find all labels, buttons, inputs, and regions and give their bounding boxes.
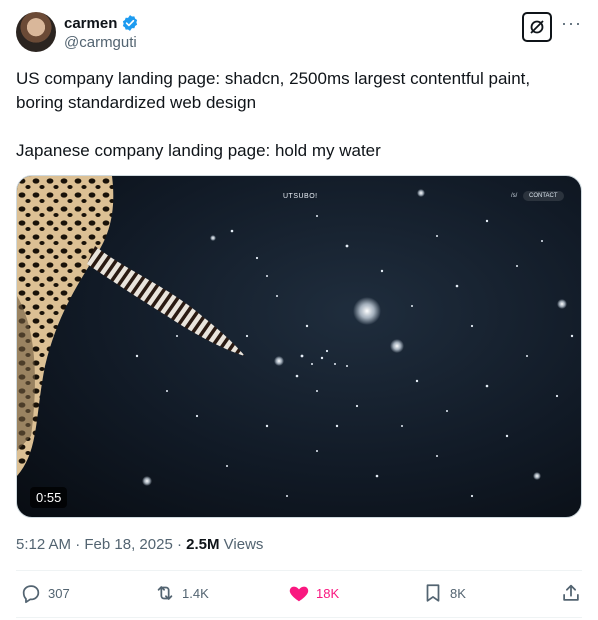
display-name[interactable]: carmen — [64, 15, 117, 32]
repost-icon — [157, 586, 173, 600]
video-frame — [17, 176, 574, 498]
reply-button[interactable]: 307 — [20, 582, 70, 604]
tweet-meta: 5:12 AM · Feb 18, 2025 · 2.5M Views — [16, 536, 263, 553]
video-site-contact: CONTACT — [523, 191, 564, 201]
share-button[interactable] — [560, 582, 582, 604]
repost-button[interactable]: 1.4K — [154, 582, 209, 604]
grok-icon — [530, 20, 544, 34]
author-name-row: carmen — [64, 14, 139, 32]
tweet-text: US company landing page: shadcn, 2500ms … — [16, 67, 576, 163]
tweet-time[interactable]: 5:12 AM — [16, 536, 71, 553]
bookmark-count: 8K — [450, 585, 466, 601]
video-duration: 0:55 — [30, 487, 68, 508]
divider — [16, 617, 582, 618]
like-count: 18K — [316, 585, 340, 601]
like-button[interactable]: 18K — [288, 582, 339, 604]
more-options-icon[interactable]: ··· — [561, 14, 582, 32]
author-handle[interactable]: @carmguti — [64, 34, 137, 51]
bookmark-icon — [426, 584, 440, 602]
views-label: Views — [223, 536, 264, 553]
divider — [16, 570, 582, 571]
meta-separator: · — [75, 536, 85, 553]
tweet-date[interactable]: Feb 18, 2025 — [84, 536, 172, 553]
views-count: 2.5M — [186, 536, 220, 553]
share-icon — [563, 584, 579, 601]
grok-button[interactable] — [522, 12, 552, 42]
repost-count: 1.4K — [182, 585, 209, 601]
tweet-paragraph: Japanese company landing page: hold my w… — [16, 141, 381, 160]
tweet-paragraph: US company landing page: shadcn, 2500ms … — [16, 69, 531, 112]
reply-count: 307 — [48, 585, 70, 601]
video-site-nav: /s/ — [511, 193, 518, 199]
verified-badge-icon — [123, 15, 138, 31]
action-bar: 307 1.4K 18K 8K — [16, 582, 582, 610]
reply-icon — [22, 585, 40, 604]
video-player[interactable]: UTSUBO! /s/ CONTACT 0:55 — [16, 175, 582, 518]
meta-separator: · — [176, 536, 187, 553]
avatar[interactable] — [16, 12, 56, 52]
tweet-header: carmen @carmguti ··· — [16, 12, 582, 52]
heart-icon — [289, 586, 309, 602]
video-site-title: UTSUBO! — [283, 193, 318, 200]
bookmark-button[interactable]: 8K — [422, 582, 466, 604]
